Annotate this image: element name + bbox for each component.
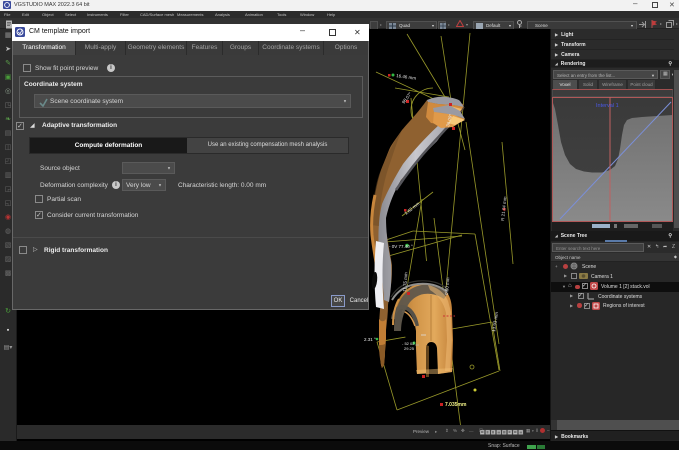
svg-text:2.31 °: 2.31 ° (364, 337, 376, 342)
svg-text:29.25: 29.25 (404, 346, 415, 351)
svg-text:7.035mm: 7.035mm (445, 402, 467, 408)
svg-text:1.62 mm: 1.62 mm (404, 201, 421, 216)
svg-text:13.93 mm: 13.93 mm (491, 311, 499, 332)
svg-text:Interval 1: Interval 1 (596, 103, 619, 109)
svg-text:- 0V 77.40 °: - 0V 77.40 ° (389, 244, 413, 249)
svg-text:16.46 mm: 16.46 mm (396, 73, 417, 81)
svg-text:R 21.04 mm: R 21.04 mm (500, 196, 508, 221)
svg-text:0.60 mm: 0.60 mm (444, 277, 450, 295)
